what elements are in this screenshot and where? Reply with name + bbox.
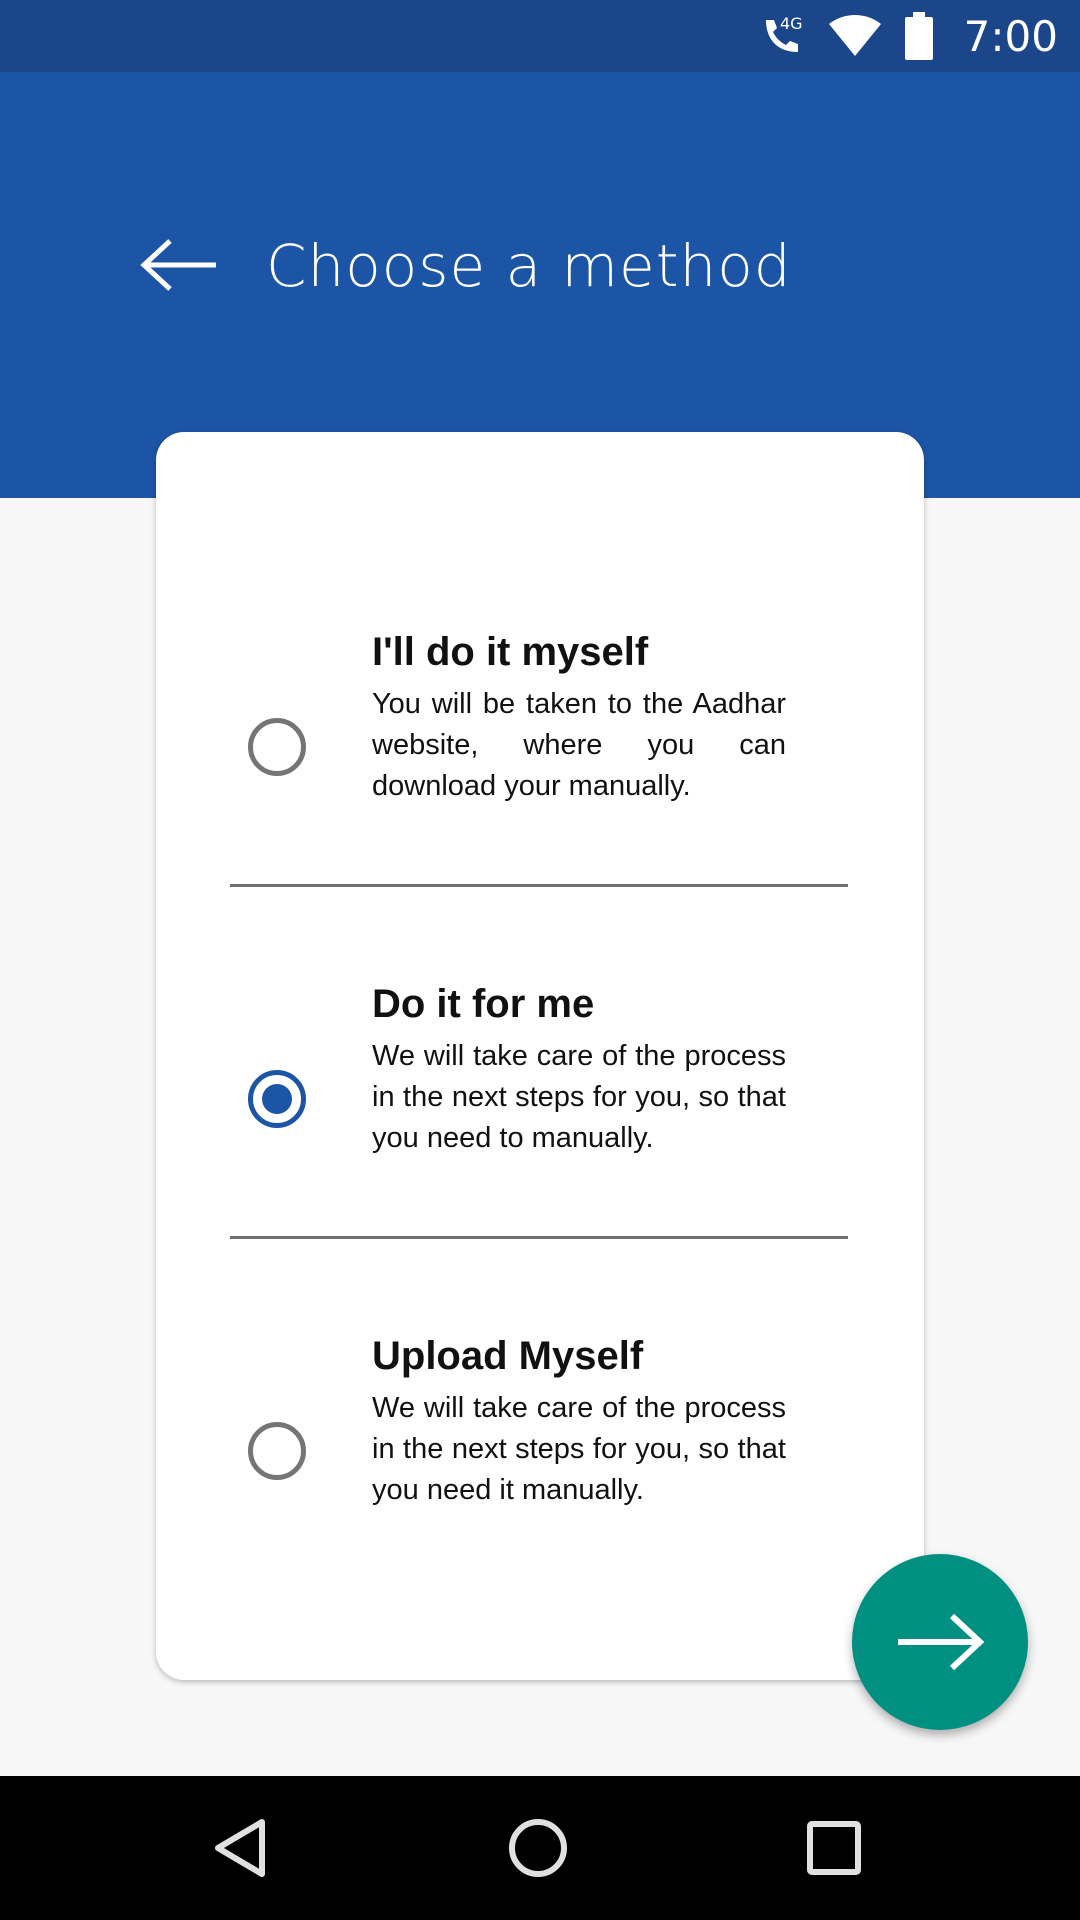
radio-dot <box>262 1084 292 1114</box>
call-4g-icon: 4G <box>765 14 803 52</box>
radio-button[interactable] <box>248 718 306 776</box>
option-title: Upload Myself <box>372 1334 644 1378</box>
radio-button-selected[interactable] <box>248 1070 306 1128</box>
nav-back-button[interactable] <box>190 1798 290 1898</box>
option-description: We will take care of the process in the … <box>372 1392 786 1506</box>
divider <box>230 1236 848 1239</box>
navigation-bar <box>0 1776 1080 1920</box>
recents-square-icon <box>807 1821 861 1875</box>
home-circle-icon <box>509 1819 567 1877</box>
option-title: Do it for me <box>372 982 595 1026</box>
option-do-it-myself[interactable]: I'll do it myself You will be taken to t… <box>156 630 924 850</box>
option-upload-myself[interactable]: Upload Myself We will take care of the p… <box>156 1334 924 1554</box>
status-time: 7:00 <box>963 11 1058 61</box>
divider <box>230 884 848 887</box>
option-title: I'll do it myself <box>372 630 649 674</box>
back-button[interactable] <box>140 225 220 305</box>
wifi-icon <box>828 15 881 56</box>
svg-text:4G: 4G <box>780 14 803 33</box>
page-title: Choose a method <box>266 232 792 300</box>
back-triangle-icon <box>215 1819 265 1877</box>
nav-home-button[interactable] <box>488 1798 588 1898</box>
next-fab-button[interactable] <box>852 1554 1028 1730</box>
nav-recents-button[interactable] <box>784 1798 884 1898</box>
radio-button[interactable] <box>248 1422 306 1480</box>
status-icons: 4G 7:00 <box>758 0 1058 72</box>
arrow-left-icon <box>140 239 216 291</box>
option-description: We will take care of the process in the … <box>372 1040 786 1154</box>
method-card: I'll do it myself You will be taken to t… <box>156 432 924 1680</box>
option-description: You will be taken to the Aadhar website,… <box>372 688 786 802</box>
status-bar: 4G 7:00 <box>0 0 1080 72</box>
battery-icon <box>904 12 933 60</box>
option-do-it-for-me[interactable]: Do it for me We will take care of the pr… <box>156 982 924 1202</box>
arrow-right-icon <box>898 1613 985 1671</box>
